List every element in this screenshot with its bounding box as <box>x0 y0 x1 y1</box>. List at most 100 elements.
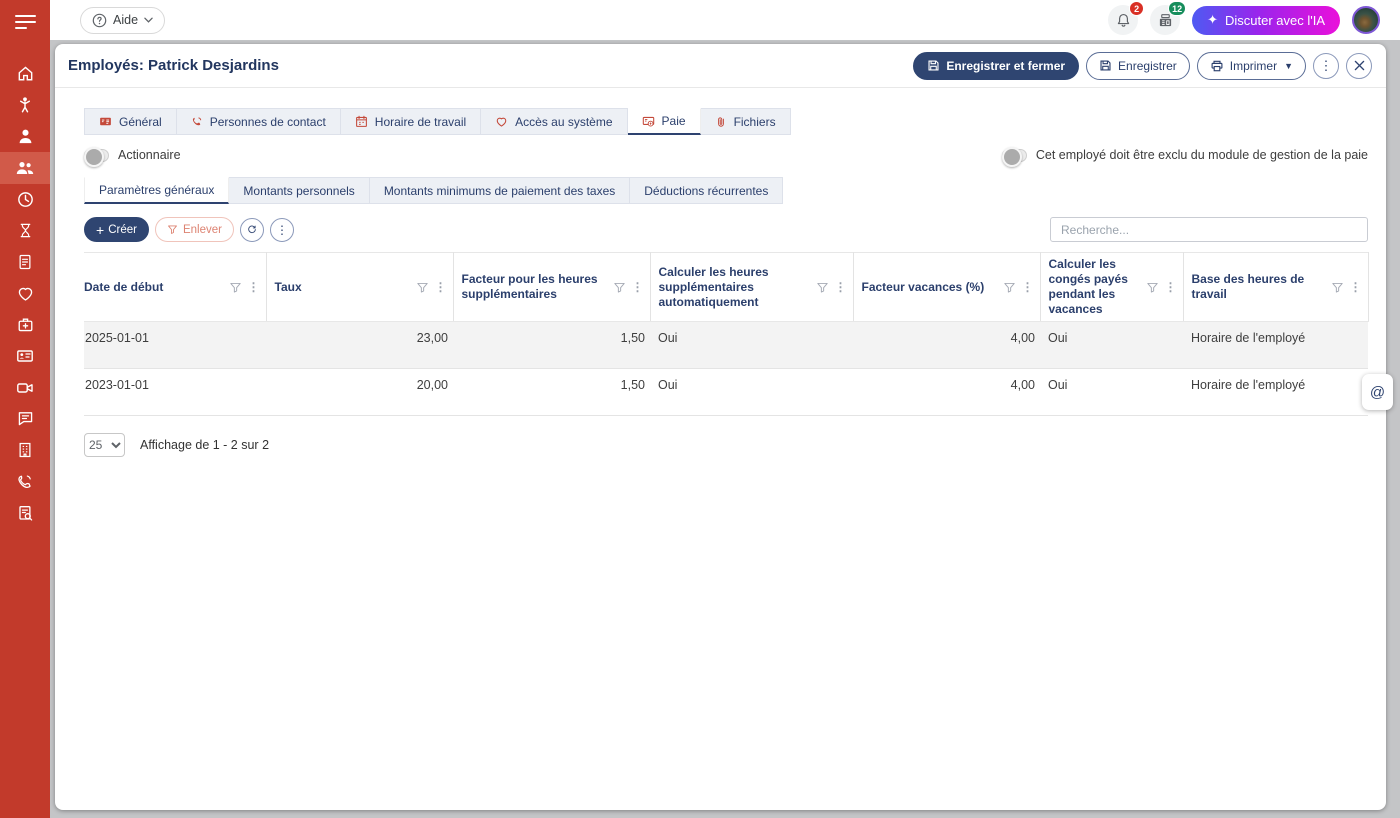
tab-horaire-de-travail[interactable]: Horaire de travail <box>341 108 481 135</box>
column-header-base-heures[interactable]: Base des heures de travail ⋮ <box>1183 253 1368 322</box>
sidebar-item-chat[interactable] <box>0 403 50 434</box>
sidebar-item-clock[interactable] <box>0 184 50 215</box>
user-avatar[interactable] <box>1352 6 1380 34</box>
exclude-payroll-toggle[interactable]: Cet employé doit être exclu du module de… <box>1002 148 1368 162</box>
subtab-parametres-generaux[interactable]: Paramètres généraux <box>84 177 229 204</box>
tab-personnes-de-contact[interactable]: Personnes de contact <box>177 108 341 135</box>
subtab-montants-personnels[interactable]: Montants personnels <box>229 177 369 204</box>
plus-icon: + <box>96 223 104 237</box>
medical-kit-icon <box>16 315 35 334</box>
subtab-label: Montants personnels <box>243 184 354 198</box>
employee-window: Employés: Patrick Desjardins Enregistrer… <box>55 44 1386 810</box>
grid-more-options-button[interactable]: ⋮ <box>270 218 294 242</box>
people-icon <box>15 158 35 178</box>
subtab-deductions-recurrentes[interactable]: Déductions récurrentes <box>630 177 783 204</box>
more-options-button[interactable]: ⋮ <box>1313 53 1339 79</box>
subtab-label: Paramètres généraux <box>99 183 214 197</box>
tab-label: Horaire de travail <box>375 115 466 129</box>
table-row[interactable]: 2025-01-01 23,00 1,50 Oui 4,00 Oui Horai… <box>84 322 1368 369</box>
search-input[interactable] <box>1050 217 1368 242</box>
table-header-row: Date de début ⋮ Taux ⋮ Facteur pour les … <box>84 253 1368 322</box>
print-button[interactable]: Imprimer ▼ <box>1197 52 1306 80</box>
tab-fichiers[interactable]: Fichiers <box>701 108 791 135</box>
sparkle-icon: ✦ <box>1207 12 1218 28</box>
tab-label: Accès au système <box>515 115 612 129</box>
column-menu-icon[interactable]: ⋮ <box>1350 280 1362 294</box>
column-header-facteur-heures-supp[interactable]: Facteur pour les heures supplémentaires … <box>453 253 650 322</box>
create-button[interactable]: + Créer <box>84 217 149 242</box>
question-circle-icon <box>92 13 107 28</box>
sidebar-item-medical-kit[interactable] <box>0 309 50 340</box>
toggle-off-icon[interactable] <box>84 149 109 162</box>
tab-general[interactable]: Général <box>84 108 177 135</box>
sidebar-item-home[interactable] <box>0 58 50 89</box>
sidebar-item-building[interactable] <box>0 435 50 466</box>
column-menu-icon[interactable]: ⋮ <box>1165 280 1177 294</box>
cell-facteur-heures-supp: 1,50 <box>453 369 650 416</box>
toggle-off-icon[interactable] <box>1002 149 1027 162</box>
page-size-select[interactable]: 25 <box>84 433 125 457</box>
filter-icon[interactable] <box>613 281 626 294</box>
subtab-montants-minimums[interactable]: Montants minimums de paiement des taxes <box>370 177 630 204</box>
column-header-taux[interactable]: Taux ⋮ <box>266 253 453 322</box>
column-menu-icon[interactable]: ⋮ <box>435 280 447 294</box>
filter-icon[interactable] <box>1331 281 1344 294</box>
notifications-button[interactable]: 2 <box>1108 5 1138 35</box>
filter-icon[interactable] <box>1003 281 1016 294</box>
ai-chat-button[interactable]: ✦ Discuter avec l'IA <box>1192 6 1340 35</box>
sidebar-item-people[interactable] <box>0 152 50 183</box>
sidebar-item-phone-ringing[interactable] <box>0 466 50 497</box>
sidebar-item-heart[interactable] <box>0 278 50 309</box>
column-header-facteur-vacances[interactable]: Facteur vacances (%) ⋮ <box>853 253 1040 322</box>
create-label: Créer <box>108 224 137 236</box>
cell-facteur-heures-supp: 1,50 <box>453 322 650 369</box>
tab-acces-au-systeme[interactable]: Accès au système <box>481 108 627 135</box>
kebab-icon: ⋮ <box>276 223 288 237</box>
column-menu-icon[interactable]: ⋮ <box>1022 280 1034 294</box>
funnel-icon <box>167 224 178 235</box>
sidebar-item-user[interactable] <box>0 121 50 152</box>
save-close-button[interactable]: Enregistrer et fermer <box>913 52 1079 80</box>
person-arms-up-icon <box>16 96 34 114</box>
sidebar-item-id-badge[interactable] <box>0 341 50 372</box>
tab-bar: Général Personnes de contact Horaire de … <box>84 108 1368 135</box>
column-menu-icon[interactable]: ⋮ <box>632 280 644 294</box>
remove-filter-button[interactable]: Enlever <box>155 217 234 242</box>
save-button[interactable]: Enregistrer <box>1086 52 1190 80</box>
tab-label: Général <box>119 115 162 129</box>
caret-down-icon: ▼ <box>1284 61 1293 71</box>
filter-icon[interactable] <box>816 281 829 294</box>
shareholder-toggle[interactable]: Actionnaire <box>84 148 181 162</box>
column-header-date-debut[interactable]: Date de début ⋮ <box>84 253 266 322</box>
id-badge-icon <box>15 346 35 366</box>
column-menu-icon[interactable]: ⋮ <box>835 280 847 294</box>
table-row[interactable]: 2023-01-01 20,00 1,50 Oui 4,00 Oui Horai… <box>84 369 1368 416</box>
column-menu-icon[interactable]: ⋮ <box>248 280 260 294</box>
page-title: Employés: Patrick Desjardins <box>68 57 279 74</box>
sidebar-item-person-arms-up[interactable] <box>0 89 50 120</box>
filter-icon[interactable] <box>229 281 242 294</box>
payroll-icon <box>642 115 655 128</box>
filter-icon[interactable] <box>416 281 429 294</box>
column-header-calculer-heures-supp[interactable]: Calculer les heures supplémentaires auto… <box>650 253 853 322</box>
sidebar-item-invoice[interactable] <box>0 246 50 277</box>
sidebar-item-hourglass[interactable] <box>0 215 50 246</box>
tab-paie[interactable]: Paie <box>628 108 701 135</box>
print-label: Imprimer <box>1230 59 1277 73</box>
refresh-button[interactable] <box>240 218 264 242</box>
help-button[interactable]: Aide <box>80 7 165 34</box>
close-button[interactable] <box>1346 53 1372 79</box>
column-header-conges-payes[interactable]: Calculer les congés payés pendant les va… <box>1040 253 1183 322</box>
mention-button[interactable]: @ <box>1362 374 1393 410</box>
sidebar-item-document-search[interactable] <box>0 497 50 528</box>
apps-badge: 12 <box>1168 1 1186 16</box>
heart-icon <box>16 284 35 303</box>
sidebar <box>0 0 50 818</box>
hamburger-menu-button[interactable] <box>0 0 50 44</box>
sidebar-item-video-camera[interactable] <box>0 372 50 403</box>
filter-icon[interactable] <box>1146 281 1159 294</box>
apps-button[interactable]: 12 <box>1150 5 1180 35</box>
cell-taux: 23,00 <box>266 322 453 369</box>
phone-icon <box>191 116 203 128</box>
calendar-icon <box>355 115 368 128</box>
